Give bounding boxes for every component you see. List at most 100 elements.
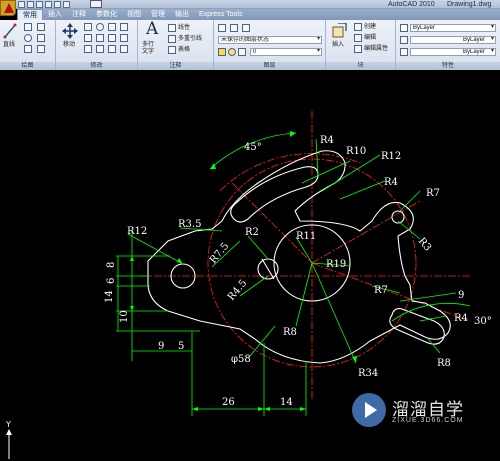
application-menu-button[interactable]	[0, 0, 16, 16]
dim-text-d58: φ58	[231, 354, 251, 365]
quick-access-toolbar	[18, 0, 70, 9]
panel-annotation: A 多行 文字 线性 多重引线 表格 注释	[138, 19, 214, 70]
centerline-45	[231, 182, 313, 264]
layer-off-icon[interactable]	[242, 24, 250, 32]
create-label[interactable]: 创建	[364, 24, 376, 31]
ucs-y-label: Y	[5, 420, 11, 429]
tab-annotate[interactable]: 注释	[67, 9, 91, 20]
leader-r2	[247, 235, 269, 260]
panel-title-properties[interactable]: 特性	[396, 62, 500, 70]
layer-properties-icon[interactable]	[218, 24, 226, 32]
dim-text-14-bottom: 14	[280, 397, 293, 408]
create-block-icon[interactable]	[354, 23, 362, 31]
linear-dimension-icon[interactable]	[168, 24, 176, 32]
dimension-texts: 45° R4 R10 R12 R4 R7 R12 R3.5 R7.5 R2 R1…	[104, 135, 492, 408]
panel-properties: ByLayer ByLayer ByLayer 特性	[396, 20, 500, 70]
dim-text-r7-5: R7.5	[208, 241, 231, 266]
panel-title-draw[interactable]: 绘图	[0, 62, 55, 70]
leader-r3	[397, 220, 421, 240]
centerlines	[140, 111, 471, 401]
stretch-icon[interactable]	[84, 45, 92, 53]
redo-icon[interactable]	[54, 1, 61, 8]
edit-block-icon[interactable]	[354, 34, 362, 42]
dim-text-r7-right: R7	[374, 285, 388, 296]
color-dropdown[interactable]: ByLayer	[410, 24, 496, 32]
panel-title-modify[interactable]: 修改	[56, 62, 137, 70]
dim-text-45: 45°	[244, 142, 262, 153]
insert-block-icon[interactable]	[332, 23, 348, 39]
color-swatch-icon	[400, 24, 408, 32]
rectangle-icon[interactable]	[37, 23, 45, 31]
dim-text-r12-left: R12	[127, 226, 147, 237]
dim-text-10: 10	[119, 310, 130, 323]
multiline-text-icon[interactable]: A	[146, 19, 158, 39]
tab-output[interactable]: 输出	[170, 9, 194, 20]
tab-parametric[interactable]: 参数化	[91, 9, 122, 20]
watermark: 溜溜自学 ZIXUE.3D66.COM	[352, 391, 472, 443]
edit-label[interactable]: 编辑	[364, 35, 376, 42]
tab-home[interactable]: 常用	[17, 9, 43, 20]
edit-attributes-icon[interactable]	[354, 45, 362, 53]
slot-arc-centerline	[219, 153, 361, 192]
tab-insert[interactable]: 插入	[43, 9, 67, 20]
dim-text-26: 26	[222, 397, 235, 408]
panel-title-block[interactable]: 块	[326, 62, 395, 70]
table-label[interactable]: 表格	[178, 47, 190, 54]
leader-r34	[311, 262, 357, 364]
new-icon[interactable]	[18, 1, 25, 8]
offset-icon[interactable]	[120, 45, 128, 53]
tab-express-tools[interactable]: Express Tools	[194, 9, 247, 20]
mirror-icon[interactable]	[96, 34, 104, 42]
circle-icon[interactable]	[24, 34, 32, 42]
watermark-logo-icon	[352, 393, 386, 427]
dim-text-r8-right: R8	[437, 358, 451, 369]
fillet-icon[interactable]	[108, 34, 116, 42]
layer-freeze-icon	[228, 48, 236, 56]
dim-text-r8-center: R8	[283, 327, 297, 338]
polyline-icon[interactable]	[24, 23, 32, 31]
move-label: 移动	[63, 42, 76, 48]
dimension-lines	[116, 132, 471, 416]
save-icon[interactable]	[36, 1, 43, 8]
watermark-site: ZIXUE.3D66.COM	[392, 417, 464, 424]
multileader-icon[interactable]	[168, 35, 176, 43]
trim-icon[interactable]	[96, 23, 104, 31]
panel-block: 插入 创建 编辑 编辑属性 块	[326, 20, 396, 70]
plot-icon[interactable]	[63, 1, 70, 8]
explode-icon[interactable]	[120, 34, 128, 42]
arc-icon[interactable]	[24, 45, 32, 53]
copy-icon[interactable]	[84, 34, 92, 42]
leader-d58	[249, 325, 276, 357]
move-icon[interactable]	[62, 23, 78, 39]
linear-label[interactable]: 线性	[178, 25, 190, 32]
lineweight-dropdown[interactable]: ByLayer	[410, 48, 496, 56]
current-layer-dropdown[interactable]: 0	[250, 48, 322, 56]
layer-isolate-icon[interactable]	[230, 24, 238, 32]
workspace-switch-icon[interactable]	[90, 0, 102, 8]
array-icon[interactable]	[108, 45, 116, 53]
panel-title-layers[interactable]: 图层	[214, 62, 325, 70]
gradient-icon[interactable]	[37, 45, 45, 53]
line-icon[interactable]	[3, 23, 17, 39]
dim-text-6: 6	[106, 278, 117, 284]
rotate-icon[interactable]	[84, 23, 92, 31]
open-icon[interactable]	[27, 1, 34, 8]
dim-text-r4-5: R4.5	[226, 278, 249, 303]
dim-text-r11: R11	[296, 231, 316, 242]
dim-text-r2: R2	[245, 227, 259, 238]
edit-attributes-label[interactable]: 编辑属性	[364, 46, 388, 53]
panel-title-annotation[interactable]: 注释	[138, 62, 213, 70]
linetype-dropdown[interactable]: ByLayer	[410, 36, 496, 44]
leader-r4-mid	[339, 180, 386, 200]
undo-icon[interactable]	[45, 1, 52, 8]
dim-text-r3: R3	[416, 236, 433, 254]
hatch-icon[interactable]	[37, 34, 45, 42]
layer-state-dropdown[interactable]: 未保存的图层状态	[218, 36, 322, 44]
leader-r7	[399, 190, 421, 212]
scale-icon[interactable]	[96, 45, 104, 53]
extend-icon[interactable]	[108, 23, 116, 31]
tab-view[interactable]: 视图	[122, 9, 146, 20]
table-icon[interactable]	[168, 46, 176, 54]
erase-icon[interactable]	[120, 23, 128, 31]
multileader-label[interactable]: 多重引线	[178, 36, 202, 43]
